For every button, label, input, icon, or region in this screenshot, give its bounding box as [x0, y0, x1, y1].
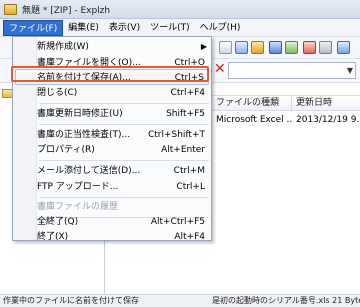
open-icon[interactable]	[235, 41, 248, 54]
menu-item-shortcut: Alt+Ctrl+F5	[150, 217, 205, 227]
menu-separator	[39, 197, 209, 198]
save-icon[interactable]	[269, 41, 282, 54]
menu-view[interactable]: 表示(V)	[104, 20, 145, 36]
menu-item-label: プロパティ(R)	[37, 145, 95, 155]
refresh-icon[interactable]	[285, 41, 298, 54]
menu-item-integrity-check[interactable]: 書庫の正当性検査(T)... Ctrl+Shift+T	[15, 127, 209, 143]
menu-bar: ファイル(F) 編集(E) 表示(V) ツール(T) ヘルプ(H)	[0, 19, 360, 37]
menu-item-exit[interactable]: 終了(X) Alt+F4	[15, 229, 209, 245]
highlight-frame	[11, 66, 209, 82]
menu-item-history: 書庫ファイルの履歴	[15, 199, 209, 215]
menu-item-label: 書庫の正当性検査(T)...	[37, 130, 131, 140]
menu-item-shortcut: Ctrl+Shift+T	[147, 130, 205, 140]
menu-item-label: 新規作成(W)	[37, 42, 89, 52]
menu-item-close[interactable]: 閉じる(C) Ctrl+F4	[15, 85, 209, 101]
column-header-type[interactable]: ファイルの種類	[212, 96, 292, 112]
menu-item-shortcut: Shift+F5	[166, 109, 205, 119]
menu-item-exit-all[interactable]: 全終了(Q) Alt+Ctrl+F5	[15, 214, 209, 230]
menu-item-label: 全終了(Q)	[37, 217, 79, 227]
properties-icon[interactable]	[319, 41, 332, 54]
close-icon[interactable]: ✕	[214, 61, 226, 77]
cell-modified: 2013/12/19 9...	[296, 115, 360, 125]
status-file-info: 是初の起動時のシリアル番号.xls 21 Bytes	[212, 296, 360, 305]
new-archive-icon[interactable]	[219, 41, 232, 54]
menu-item-new[interactable]: 新規作成(W) ▶	[15, 39, 209, 55]
status-bar: 作業中のファイルに名前を付けて保存 是初の起動時のシリアル番号.xls 21 B…	[0, 294, 360, 307]
menu-item-label: FTP アップロード...	[37, 182, 119, 192]
menu-file[interactable]: ファイル(F)	[3, 19, 64, 36]
menu-item-shortcut: Ctrl+L	[176, 182, 205, 192]
title-bar: 無題 * [ZIP] - Explzh	[0, 0, 360, 19]
menu-item-label: 書庫更新日時修正(U)	[37, 109, 123, 119]
menu-tools[interactable]: ツール(T)	[145, 20, 195, 36]
cell-type: Microsoft Excel ...	[216, 115, 292, 125]
submenu-arrow-icon: ▶	[200, 42, 207, 51]
menu-item-label: 閉じる(C)	[37, 88, 78, 98]
menu-item-shortcut: Ctrl+M	[173, 166, 205, 176]
view-toggle-icon[interactable]	[337, 41, 350, 54]
chevron-down-icon[interactable]: ▼	[347, 63, 353, 78]
column-header-modified[interactable]: 更新日時	[292, 96, 360, 112]
menu-item-shortcut: Ctrl+F4	[170, 88, 205, 98]
menu-item-update-timestamp[interactable]: 書庫更新日時修正(U) Shift+F5	[15, 106, 209, 122]
status-text: 作業中のファイルに名前を付けて保存	[3, 296, 139, 305]
menu-item-properties[interactable]: プロパティ(R) Alt+Enter	[15, 142, 209, 158]
window-title: 無題 * [ZIP] - Explzh	[22, 5, 111, 16]
delete-icon[interactable]	[303, 41, 316, 54]
menu-item-label: 終了(X)	[37, 232, 69, 242]
menu-item-label: メール添付して送信(D)...	[37, 166, 141, 176]
menu-help[interactable]: ヘルプ(H)	[195, 20, 246, 36]
menu-separator	[39, 160, 209, 161]
address-input[interactable]: ▼	[228, 62, 356, 79]
menu-item-shortcut: Alt+Enter	[161, 145, 205, 155]
menu-item-shortcut: Alt+F4	[174, 232, 205, 242]
menu-item-mail-attach[interactable]: メール添付して送信(D)... Ctrl+M	[15, 163, 209, 179]
archive-app-icon	[4, 3, 17, 15]
menu-separator	[39, 124, 209, 125]
menu-item-label: 書庫ファイルの履歴	[37, 202, 119, 212]
extract-icon[interactable]	[251, 41, 264, 54]
menu-item-ftp-upload[interactable]: FTP アップロード... Ctrl+L	[15, 179, 209, 195]
menu-separator	[39, 103, 209, 104]
menu-edit[interactable]: 編集(E)	[63, 20, 104, 36]
